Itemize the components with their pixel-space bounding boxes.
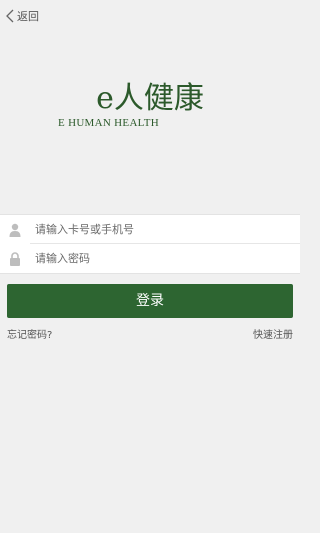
lock-icon bbox=[9, 251, 21, 266]
login-form bbox=[0, 214, 300, 274]
back-button[interactable]: 返回 bbox=[6, 7, 39, 25]
back-label: 返回 bbox=[17, 10, 39, 23]
chevron-left-icon bbox=[6, 9, 14, 23]
account-field-row bbox=[0, 215, 300, 243]
user-icon bbox=[9, 222, 21, 237]
password-field-row bbox=[0, 244, 300, 272]
logo-subtitle: E HUMAN HEALTH bbox=[58, 117, 159, 129]
top-bar: 返回 bbox=[0, 0, 300, 32]
quick-register-link[interactable]: 快速注册 bbox=[253, 326, 293, 341]
forgot-password-link[interactable]: 忘记密码? bbox=[7, 326, 52, 341]
app-logo: e人健康 E HUMAN HEALTH bbox=[0, 82, 300, 130]
account-input[interactable] bbox=[35, 219, 285, 239]
login-button[interactable]: 登录 bbox=[7, 284, 293, 318]
logo-title: e人健康 bbox=[96, 81, 204, 116]
password-input[interactable] bbox=[35, 248, 285, 268]
